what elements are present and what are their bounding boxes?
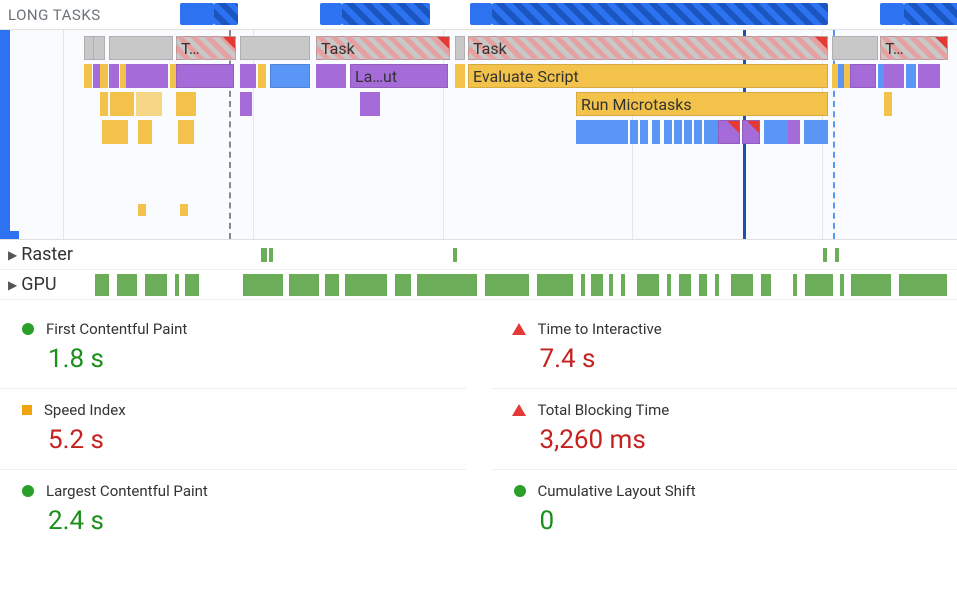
- status-icon-average: [22, 405, 32, 415]
- task-block[interactable]: T…: [880, 36, 948, 60]
- gpu-track[interactable]: [95, 270, 957, 299]
- status-icon-good: [22, 323, 34, 335]
- metric-lcp[interactable]: Largest Contentful Paint 2.4 s: [0, 469, 466, 550]
- run-microtasks-block[interactable]: Run Microtasks: [576, 92, 828, 116]
- layout-block[interactable]: La…ut: [350, 64, 448, 88]
- flame-chart[interactable]: T… Task Task T… La…ut Evaluate Script: [0, 30, 957, 240]
- flame-left-marker: [0, 30, 10, 239]
- expand-icon[interactable]: ▶: [8, 278, 17, 292]
- status-icon-good: [22, 485, 34, 497]
- status-icon-poor: [512, 404, 526, 416]
- evaluate-script-block[interactable]: Evaluate Script: [468, 64, 828, 88]
- metric-fcp[interactable]: First Contentful Paint 1.8 s: [0, 308, 466, 388]
- raster-label: Raster: [21, 244, 73, 265]
- gpu-label: GPU: [21, 274, 56, 295]
- long-tasks-label: LONG TASKS: [0, 6, 180, 24]
- task-block[interactable]: Task: [316, 36, 450, 60]
- metric-tbt[interactable]: Total Blocking Time 3,260 ms: [492, 388, 957, 469]
- metric-cls[interactable]: Cumulative Layout Shift 0: [492, 469, 957, 550]
- metric-tti[interactable]: Time to Interactive 7.4 s: [492, 308, 957, 388]
- gpu-row[interactable]: ▶ GPU: [0, 270, 957, 300]
- raster-row[interactable]: ▶ Raster: [0, 240, 957, 270]
- long-tasks-row: LONG TASKS: [0, 0, 957, 30]
- raster-track[interactable]: [95, 240, 957, 269]
- metric-speed-index[interactable]: Speed Index 5.2 s: [0, 388, 466, 469]
- task-block[interactable]: Task: [468, 36, 828, 60]
- long-tasks-track[interactable]: [180, 0, 957, 29]
- expand-icon[interactable]: ▶: [8, 248, 17, 262]
- status-icon-good: [514, 485, 526, 497]
- status-icon-poor: [512, 323, 526, 335]
- task-block[interactable]: T…: [176, 36, 236, 60]
- metrics-grid: First Contentful Paint 1.8 s Time to Int…: [0, 300, 957, 550]
